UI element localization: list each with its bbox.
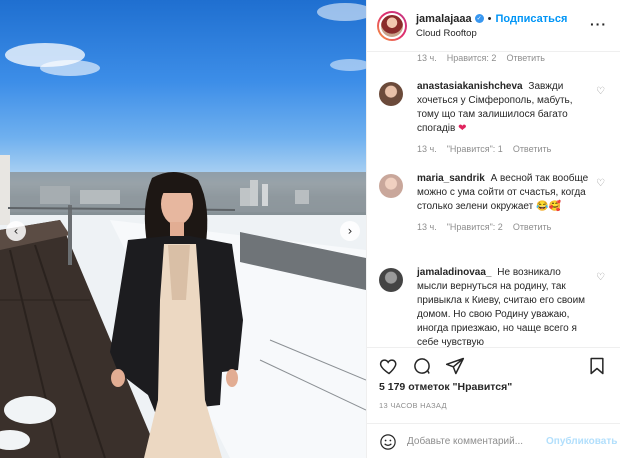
comment-body: jamaladinovaa_ Не возникало мысли вернут… — [417, 266, 593, 347]
heart-emoji-icon: ❤ — [458, 123, 467, 134]
comment-likes[interactable]: Нравится: 2 — [447, 53, 497, 63]
laugh-love-emoji-icon: 😂🥰 — [536, 201, 561, 212]
separator-dot: • — [487, 12, 492, 25]
like-comment-heart-icon[interactable]: ♡ — [596, 86, 605, 97]
comment-item: jamaladinovaa_ Не возникало мысли вернут… — [379, 266, 611, 347]
comments-list[interactable]: 13 ч. Нравится: 2 Ответить anastasiakani… — [367, 52, 620, 347]
comment-input[interactable] — [407, 436, 542, 447]
commenter-avatar[interactable] — [379, 174, 403, 198]
post-side-panel: jamalajaaa ✓ • Подписаться Cloud Rooftop… — [366, 0, 620, 458]
post-timestamp: 13 ЧАСОВ НАЗАД — [379, 401, 447, 410]
more-options-icon[interactable]: ··· — [590, 16, 607, 32]
like-comment-heart-icon[interactable]: ♡ — [596, 272, 605, 283]
previous-photo-button[interactable]: ‹ — [6, 221, 26, 241]
header-line: jamalajaaa ✓ • Подписаться — [416, 13, 567, 25]
comment-bubble-icon[interactable] — [412, 356, 432, 376]
post-header: jamalajaaa ✓ • Подписаться Cloud Rooftop… — [367, 0, 620, 52]
reply-button[interactable]: Ответить — [513, 220, 551, 234]
comment-item: maria_sandrik А весной так вообще можно … — [379, 172, 611, 234]
instagram-post: ‹ › jamalajaaa ✓ • Подписаться Cloud Roo… — [0, 0, 620, 458]
commenter-username[interactable]: anastasiakanishcheva — [417, 81, 523, 92]
add-comment-bar: Опубликовать — [367, 423, 620, 458]
rooftop-scene-image — [0, 3, 366, 458]
like-comment-heart-icon[interactable]: ♡ — [596, 178, 605, 189]
share-send-icon[interactable] — [445, 356, 465, 376]
comment-time: 13 ч. — [417, 53, 437, 63]
commenter-avatar[interactable] — [379, 82, 403, 106]
comment-time: 13 ч. — [417, 222, 437, 232]
commenter-username[interactable]: maria_sandrik — [417, 173, 485, 184]
comment-text: Не возникало мысли вернуться на родину, … — [417, 267, 586, 347]
comment-time: 13 ч. — [417, 144, 437, 154]
comment-meta: 13 ч. "Нравится": 2 Ответить — [417, 220, 593, 234]
like-heart-icon[interactable] — [379, 356, 399, 376]
post-photo[interactable]: ‹ › — [0, 0, 366, 458]
comment-meta: 13 ч. "Нравится": 1 Ответить — [417, 142, 593, 156]
publish-button[interactable]: Опубликовать — [546, 436, 617, 447]
comment-likes[interactable]: "Нравится": 1 — [447, 142, 503, 156]
commenter-username[interactable]: jamaladinovaa_ — [417, 267, 491, 278]
save-bookmark-icon[interactable] — [587, 356, 607, 376]
location-link[interactable]: Cloud Rooftop — [416, 28, 567, 39]
author-username[interactable]: jamalajaaa — [416, 13, 472, 25]
author-avatar[interactable] — [377, 10, 407, 41]
author-avatar-image — [379, 12, 405, 39]
header-text: jamalajaaa ✓ • Подписаться Cloud Rooftop — [416, 13, 567, 39]
comment-item: anastasiakanishcheva Завжди хочеться у С… — [379, 80, 611, 156]
comment-body: anastasiakanishcheva Завжди хочеться у С… — [417, 80, 593, 156]
follow-button[interactable]: Подписаться — [496, 13, 568, 25]
post-actions: 5 179 отметок "Нравится" 13 ЧАСОВ НАЗАД … — [367, 347, 620, 458]
comment-meta: 13 ч. Нравится: 2 Ответить — [417, 53, 545, 63]
reply-button[interactable]: Ответить — [506, 53, 544, 63]
verified-badge-icon: ✓ — [474, 14, 484, 23]
comment-likes[interactable]: "Нравится": 2 — [447, 220, 503, 234]
next-photo-button[interactable]: › — [340, 221, 360, 241]
comment-body: maria_sandrik А весной так вообще можно … — [417, 172, 593, 234]
action-icons — [379, 356, 465, 376]
likes-count[interactable]: 5 179 отметок "Нравится" — [379, 381, 512, 393]
commenter-avatar[interactable] — [379, 268, 403, 292]
emoji-smiley-icon[interactable] — [379, 433, 397, 451]
reply-button[interactable]: Ответить — [513, 142, 551, 156]
chevron-right-icon: › — [347, 224, 353, 238]
chevron-left-icon: ‹ — [13, 224, 19, 238]
